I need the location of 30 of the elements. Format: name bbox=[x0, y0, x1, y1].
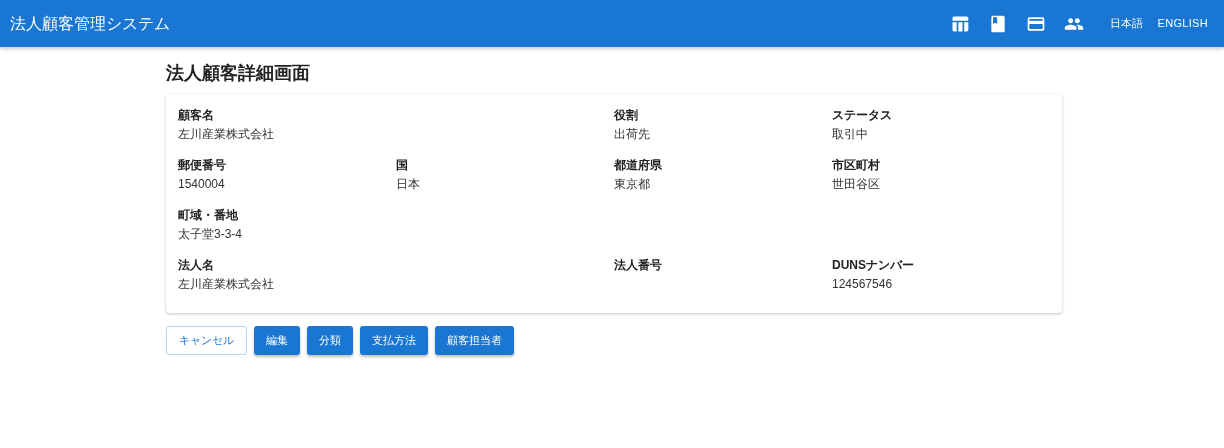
field-value: 世田谷区 bbox=[832, 176, 880, 193]
field-value: 出荷先 bbox=[614, 126, 650, 143]
field-value: 124567546 bbox=[832, 276, 893, 293]
field-label: 郵便番号 bbox=[178, 157, 226, 174]
action-button[interactable]: 支払方法 bbox=[360, 326, 428, 355]
field-value: 左川産業株式会社 bbox=[178, 276, 274, 293]
field-label: 都道府県 bbox=[614, 157, 662, 174]
field-label: 法人番号 bbox=[614, 257, 662, 274]
action-button[interactable]: キャンセル bbox=[166, 326, 247, 355]
field-label: ステータス bbox=[832, 107, 892, 124]
field-value: 東京都 bbox=[614, 176, 650, 193]
language-link[interactable]: 日本語 bbox=[1103, 15, 1150, 32]
field-value: 左川産業株式会社 bbox=[178, 126, 274, 143]
field-label: 役割 bbox=[614, 107, 638, 124]
field-label: 顧客名 bbox=[178, 107, 214, 124]
action-button[interactable]: 顧客担当者 bbox=[435, 326, 514, 355]
action-button[interactable]: 分類 bbox=[307, 326, 353, 355]
field-label: DUNSナンバー bbox=[832, 257, 914, 274]
app-title: 法人顧客管理システム bbox=[10, 13, 170, 34]
action-button[interactable]: 編集 bbox=[254, 326, 300, 355]
field-value: 取引中 bbox=[832, 126, 868, 143]
field-value: 1540004 bbox=[178, 176, 225, 193]
field-value: 日本 bbox=[396, 176, 420, 193]
field-label: 市区町村 bbox=[832, 157, 880, 174]
language-link[interactable]: ENGLISH bbox=[1151, 15, 1214, 32]
field-label: 町域・番地 bbox=[178, 207, 238, 224]
field-value: 太子堂3-3-4 bbox=[178, 226, 242, 243]
field-label: 法人名 bbox=[178, 257, 214, 274]
field-label: 国 bbox=[396, 157, 408, 174]
page-title: 法人顧客詳細画面 bbox=[166, 62, 311, 85]
